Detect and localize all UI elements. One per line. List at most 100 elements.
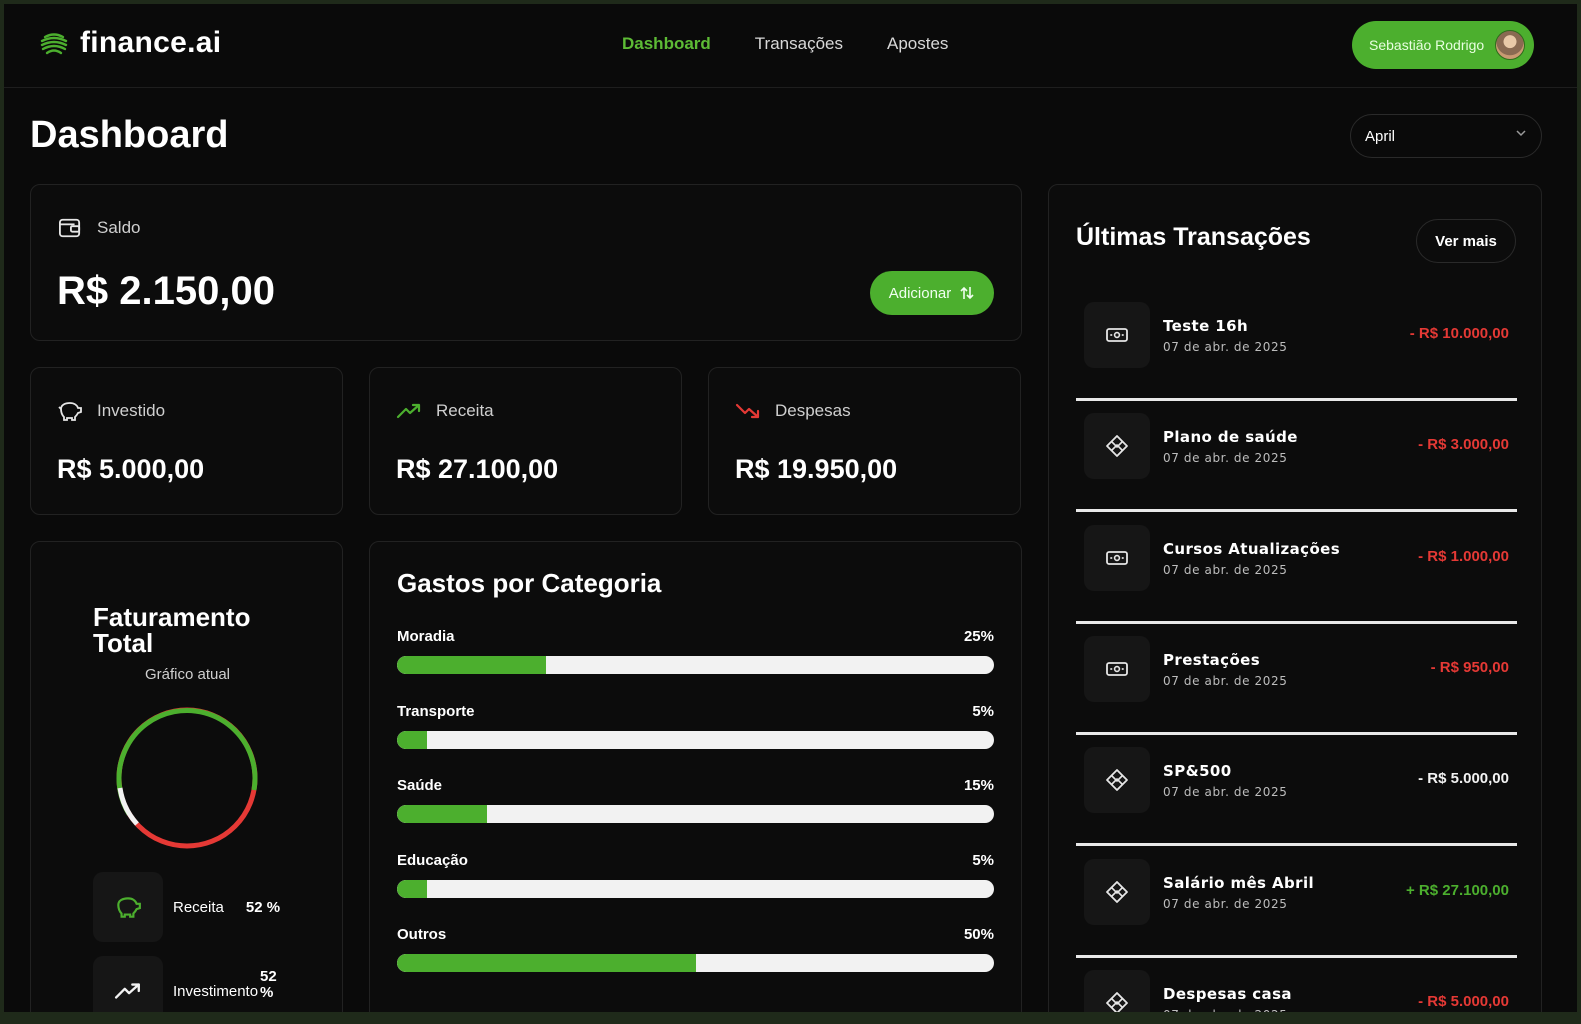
pix-icon (1106, 769, 1128, 792)
transaction-icon-box (1084, 858, 1150, 925)
transaction-amount: - R$ 10.000,00 (1409, 325, 1509, 342)
transaction-amount: - R$ 5.000,00 (1418, 770, 1509, 788)
legend-income: Receita 52 % (93, 872, 280, 942)
income-value: R$ 27.100,00 (396, 454, 559, 484)
trending-down-icon (735, 403, 760, 419)
expenses-by-category-title: Gastos por Categoria (397, 568, 662, 598)
nav-transacoes[interactable]: Transações (755, 34, 843, 54)
transaction-date: 07 de abr. de 2025 (1163, 340, 1288, 354)
transaction-icon-box (1084, 747, 1150, 814)
latest-transactions-card: Últimas Transações Ver mais Teste 16h 07 … (1048, 184, 1542, 1012)
category-header: Transporte 5% (397, 703, 994, 720)
transaction-amount: + R$ 27.100,00 (1405, 881, 1509, 899)
category-progress-bar (397, 730, 994, 749)
logo[interactable]: finance.ai (38, 26, 221, 60)
transaction-date: 07 de abr. de 2025 (1163, 451, 1288, 466)
category-percent: 15% (963, 777, 994, 794)
category-percent: 25% (963, 628, 994, 645)
transaction-name: Prestações (1163, 650, 1261, 669)
transaction-row[interactable]: SP&500 07 de abr. de 2025 - R$ 5.000,00 (1076, 735, 1517, 847)
cash-icon (1106, 328, 1128, 342)
expenses-card: Despesas R$ 19.950,00 (708, 367, 1021, 515)
transaction-icon-box (1084, 302, 1150, 368)
piggy-bank-icon (117, 897, 141, 918)
page-title: Dashboard (30, 114, 229, 156)
category-row: Saúde 15% (397, 777, 994, 823)
transaction-name: Cursos Atualizações (1163, 539, 1341, 558)
transaction-icon-box (1084, 524, 1150, 591)
income-card: Receita R$ 27.100,00 (369, 367, 682, 515)
trending-up-icon (114, 983, 140, 999)
latest-transactions-title: Últimas Transações (1076, 223, 1311, 251)
transaction-row[interactable]: Plano de saúde 07 de abr. de 2025 - R$ 3.0… (1076, 401, 1517, 513)
expenses-by-category-card: Gastos por Categoria Moradia 25% Transport… (369, 541, 1022, 1012)
legend-investment-icon-box (93, 956, 163, 1012)
category-progress-fill (397, 879, 427, 898)
category-percent: 5% (972, 702, 994, 720)
category-progress-fill (397, 805, 487, 823)
chevron-down-icon (1516, 130, 1526, 137)
category-header: Outros 50% (397, 926, 994, 943)
pix-icon (1106, 880, 1128, 903)
transaction-amount: - R$ 950,00 (1430, 658, 1509, 676)
month-select-value: April (1365, 127, 1396, 145)
transaction-row[interactable]: Despesas casa 07 de abr. de 2025 - R$ 5.00… (1076, 958, 1517, 1012)
piggy-bank-icon (58, 402, 82, 421)
legend-investment-label: Investimento (173, 982, 259, 1000)
cash-icon (1106, 550, 1128, 565)
nav-apostes[interactable]: Apostes (887, 34, 948, 54)
category-name: Educação (397, 851, 468, 869)
add-transaction-button[interactable]: Adicionar (870, 271, 994, 315)
legend-income-label: Receita (173, 898, 224, 916)
legend-investment-pct: 52 % (260, 968, 277, 1001)
invested-value: R$ 5.000,00 (57, 454, 205, 484)
see-more-button[interactable]: Ver mais (1416, 219, 1516, 263)
category-name: Transporte (397, 702, 475, 720)
transaction-date: 07 de abr. de 2025 (1163, 562, 1288, 577)
user-menu-button[interactable]: Sebastião Rodrigo (1352, 21, 1534, 69)
revenue-total-title: Faturamento Total (93, 602, 251, 658)
category-percent: 5% (972, 851, 994, 869)
transaction-row[interactable]: Teste 16h 07 de abr. de 2025 - R$ 10.000,0… (1076, 290, 1517, 401)
transaction-row[interactable]: Prestações 07 de abr. de 2025 - R$ 950,00 (1076, 624, 1517, 735)
transaction-date: 07 de abr. de 2025 (1163, 896, 1288, 911)
add-button-label: Adicionar (888, 284, 952, 302)
transaction-date: 07 de abr. de 2025 (1163, 673, 1288, 688)
main-nav: Dashboard Transações Apostes (622, 34, 948, 54)
pix-icon (1106, 991, 1128, 1012)
category-row: Educação 5% (397, 852, 994, 898)
transaction-icon-box (1084, 969, 1150, 1012)
avatar (1495, 30, 1525, 60)
transaction-icon-box (1084, 413, 1150, 480)
transaction-row[interactable]: Salário mês Abril 07 de abr. de 2025 + R$ … (1076, 847, 1517, 958)
logo-mark-icon (40, 33, 68, 55)
income-label: Receita (436, 401, 494, 420)
transaction-date: 07 de abr. de 2025 (1163, 1008, 1287, 1012)
legend-investment: Investimento 52 % (93, 956, 282, 1012)
balance-label-row: Saldo (57, 217, 140, 239)
expenses-label-row: Despesas (735, 400, 851, 422)
category-progress-bar (397, 879, 994, 898)
transaction-name: Plano de saúde (1163, 428, 1298, 447)
month-select[interactable]: April (1350, 114, 1542, 158)
category-progress-bar (397, 805, 994, 823)
revenue-total-card: Faturamento Total Gráfico atual Receita … (30, 541, 343, 1012)
transaction-amount: - R$ 3.000,00 (1418, 436, 1509, 454)
category-header: Moradia 25% (397, 628, 994, 645)
category-percent: 50% (963, 926, 994, 943)
category-name: Saúde (397, 777, 443, 794)
pix-icon (1106, 435, 1128, 458)
expenses-value: R$ 19.950,00 (735, 454, 898, 484)
cash-icon (1106, 661, 1128, 676)
trending-up-icon (396, 403, 421, 419)
app-name: finance.ai (80, 26, 222, 59)
category-header: Saúde 15% (397, 777, 994, 794)
nav-dashboard[interactable]: Dashboard (622, 34, 711, 54)
transaction-amount: - R$ 5.000,00 (1418, 992, 1509, 1010)
invested-card: Investido R$ 5.000,00 (30, 367, 343, 515)
wallet-icon (59, 218, 81, 238)
transaction-row[interactable]: Cursos Atualizações 07 de abr. de 2025 - R… (1076, 513, 1517, 624)
category-progress-fill (397, 730, 427, 749)
category-row: Outros 50% (397, 926, 994, 972)
transaction-name: Teste 16h (1163, 317, 1249, 335)
